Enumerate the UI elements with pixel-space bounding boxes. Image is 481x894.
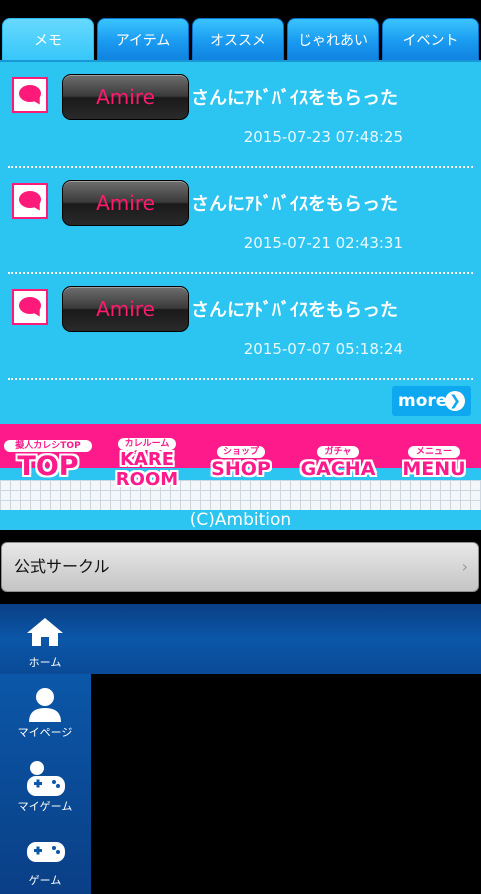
tab-event[interactable]: イベント — [382, 18, 479, 60]
memo-bubble-icon — [12, 77, 48, 113]
menu-column: マイページ マイゲーム ゲーム — [0, 674, 91, 894]
nav-banner: 擬人カレシTOP TOP カレルーム KARE ROOM ショップ SHOP ガ… — [0, 424, 481, 510]
nav-menu-button[interactable]: メニュー MENU — [398, 446, 470, 480]
memo-bubble-icon — [12, 183, 48, 219]
row-divider — [8, 378, 473, 380]
menu-mypage-button[interactable]: マイページ — [0, 674, 90, 746]
menu-home-button[interactable]: ホーム — [0, 604, 90, 676]
gamepad-icon — [27, 842, 65, 862]
banner-grid — [0, 480, 481, 510]
memo-message: さんにｱﾄﾞﾊﾞｲｽをもらった — [191, 300, 398, 321]
tab-items[interactable]: アイテム — [97, 18, 189, 60]
menu-game-label: ゲーム — [28, 874, 62, 887]
nav-room-label: ROOM — [115, 469, 179, 490]
menu-mygame-label: マイゲーム — [17, 800, 73, 813]
tab-bar: メモ アイテム オススメ じゃれあい イベント — [0, 0, 481, 62]
memo-timestamp: 2015-07-23 07:48:25 — [243, 128, 403, 146]
memo-row: Amire さんにｱﾄﾞﾊﾞｲｽをもらった 2015-07-07 05:18:2… — [0, 274, 481, 380]
nav-kare-room-button[interactable]: カレルーム KARE ROOM — [110, 438, 184, 490]
nav-shop-label: SHOP — [211, 458, 271, 480]
nav-gacha-sub: ガチャ — [317, 446, 359, 458]
memo-message: さんにｱﾄﾞﾊﾞｲｽをもらった — [191, 194, 398, 215]
nav-shop-button[interactable]: ショップ SHOP — [205, 446, 277, 480]
memo-row: Amire さんにｱﾄﾞﾊﾞｲｽをもらった 2015-07-21 02:43:3… — [0, 168, 481, 274]
home-icon — [27, 618, 63, 646]
tab-recommended[interactable]: オススメ — [192, 18, 284, 60]
memo-timestamp: 2015-07-21 02:43:31 — [243, 234, 403, 252]
memo-message: さんにｱﾄﾞﾊﾞｲｽをもらった — [191, 88, 398, 109]
nav-top-button[interactable]: 擬人カレシTOP TOP — [4, 440, 92, 482]
memo-bubble-icon — [12, 289, 48, 325]
official-circle-label: 公式サークル — [14, 557, 110, 576]
menu-game-button[interactable]: ゲーム — [0, 822, 90, 894]
nav-gacha-label: GACHA — [300, 458, 376, 480]
user-name-button[interactable]: Amire — [62, 286, 189, 332]
menu-mygame-button[interactable]: マイゲーム — [0, 748, 90, 820]
user-name-button[interactable]: Amire — [62, 180, 189, 226]
nav-gacha-button[interactable]: ガチャ GACHA — [298, 446, 378, 480]
my-game-icon — [27, 761, 65, 796]
nav-menu-label: MENU — [402, 458, 466, 480]
user-name-button[interactable]: Amire — [62, 74, 189, 120]
tab-memo[interactable]: メモ — [2, 18, 94, 62]
more-button[interactable]: more ❯ — [392, 386, 471, 416]
more-label: more — [398, 391, 448, 411]
menu-home-label: ホーム — [28, 656, 62, 669]
memo-row: Amire さんにｱﾄﾞﾊﾞｲｽをもらった 2015-07-23 07:48:2… — [0, 62, 481, 168]
chevron-right-icon: › — [461, 557, 468, 576]
nav-shop-sub: ショップ — [217, 446, 265, 458]
menu-mypage-label: マイページ — [17, 726, 73, 739]
copyright-text: (C)Ambition — [0, 510, 481, 530]
memo-panel: Amire さんにｱﾄﾞﾊﾞｲｽをもらった 2015-07-23 07:48:2… — [0, 60, 481, 424]
tab-play[interactable]: じゃれあい — [287, 18, 379, 60]
nav-top-label: TOP — [17, 451, 79, 482]
person-icon — [29, 688, 61, 722]
memo-timestamp: 2015-07-07 05:18:24 — [243, 340, 403, 358]
nav-menu-sub: メニュー — [408, 446, 460, 458]
menu-bar: ホーム — [0, 604, 481, 674]
arrow-right-icon: ❯ — [445, 391, 465, 411]
nav-kare-label: KARE — [119, 449, 175, 470]
official-circle-button[interactable]: 公式サークル › — [1, 542, 479, 592]
